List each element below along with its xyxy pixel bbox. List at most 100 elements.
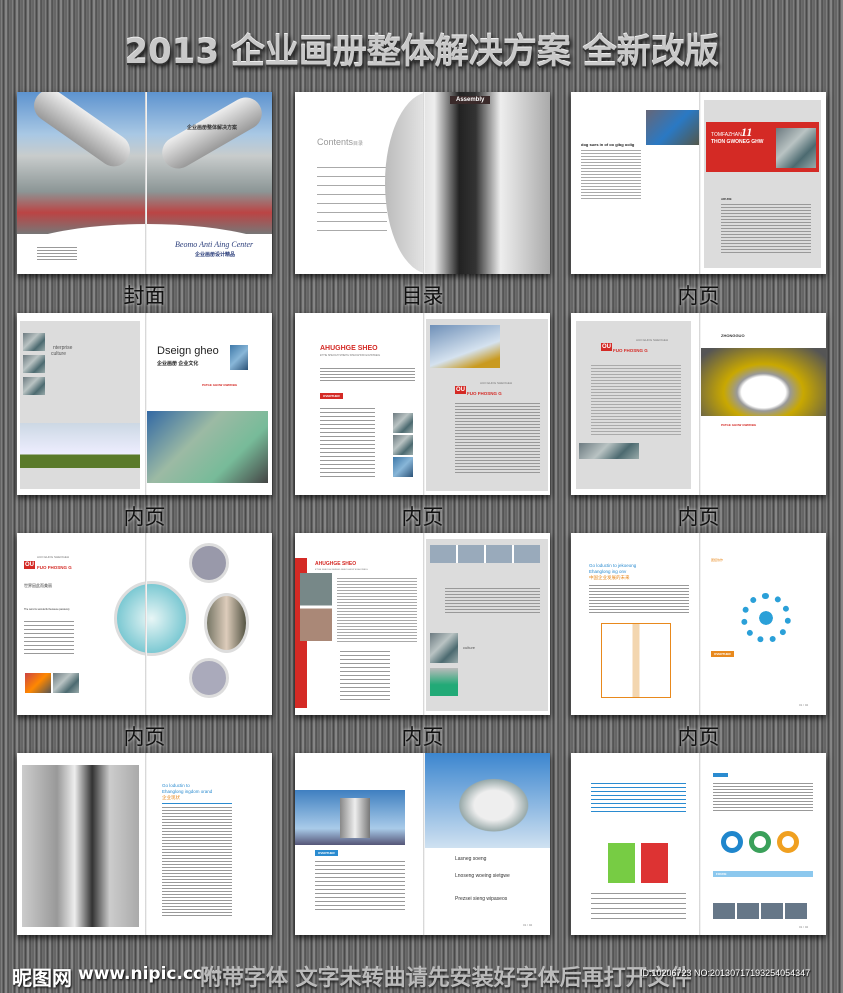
car-photo	[701, 348, 826, 416]
page-title: 2013 企业画册整体解决方案 全新改版	[124, 32, 719, 72]
thumb	[393, 413, 413, 433]
body-text	[455, 403, 540, 473]
ring-chart	[749, 831, 771, 853]
nipic-logo: 昵图网	[12, 966, 72, 990]
design-title: Dseign gheo	[157, 345, 219, 357]
label-contents: 目录	[401, 284, 444, 308]
heading-2: Ehanglong ingdom orand	[162, 789, 213, 794]
spread-inner-2[interactable]: nterprise culture Dseign gheo 企业画册 企业文化 …	[17, 313, 272, 495]
circle-photo	[189, 543, 229, 583]
spread-cover[interactable]: 企业画册整体解决方案 Beomo Anti Aing Center 企业画册设计…	[17, 92, 272, 274]
vessel-photo	[425, 753, 550, 848]
contents-title: Contents目录	[317, 137, 363, 147]
title: FUO FHOSNG G	[37, 565, 72, 570]
machine-photo	[22, 765, 139, 927]
body-text	[162, 807, 232, 917]
page-number: 01 / 02	[523, 923, 533, 927]
label-inner: 内页	[123, 505, 166, 529]
list-text	[340, 651, 390, 701]
windmill-photo	[20, 423, 140, 468]
spread-inner-1[interactable]: dog sues in of oo gibg oolig TOMFAZHAN 1…	[571, 92, 826, 274]
overther-badge: OVERTHER	[711, 651, 734, 657]
small-title: AUO EHOG SHEOGEH	[37, 555, 70, 559]
label-inner: 内页	[677, 725, 720, 749]
brand-cn: 企业画册设计精品	[195, 252, 236, 258]
red-num: 11	[741, 125, 753, 139]
contents-cn: 目录	[353, 141, 364, 147]
heading-sub: E'THE SHEOGH SHIEHG SHEOGHOW EIGHOWEIG	[315, 569, 368, 571]
photo	[646, 110, 701, 145]
heading-2: Ehanglong ing onv	[589, 569, 627, 574]
label-inner: 内页	[677, 284, 720, 308]
page-number: 01 / 02	[799, 925, 809, 929]
list-text	[320, 408, 375, 478]
h1: Lasneg soeng	[455, 856, 487, 862]
label-inner: 内页	[401, 505, 444, 529]
body-text	[721, 204, 811, 254]
ring-chart	[777, 831, 799, 853]
main-circle	[114, 581, 189, 656]
left-photos	[300, 573, 332, 641]
bubble-diagram	[741, 593, 791, 643]
body-text	[320, 368, 415, 382]
body-text	[713, 783, 813, 813]
spread-inner-7[interactable]: Go loductin to jekoeong Ehanglong ing on…	[571, 533, 826, 715]
thumb-row	[579, 443, 639, 459]
label-inner: 内页	[401, 725, 444, 749]
circle-photo	[204, 593, 249, 653]
overther-badge: OVERTHER	[320, 393, 343, 399]
assembly-photo	[385, 92, 550, 274]
footer-watermark: 昵图网 www.nipic.com 附带字体 文字未转曲请先安装好字体后再打开文…	[0, 958, 843, 993]
tag: PATGE GHOW GWRDBG	[721, 423, 757, 427]
thumb	[23, 333, 45, 351]
thumb	[430, 633, 458, 663]
culture-text: culture	[51, 351, 67, 357]
spread-inner-6[interactable]: AHUGHGE SHEO E'THE SHEOGH SHIEHG SHEOGHO…	[295, 533, 550, 715]
body-text	[591, 365, 681, 435]
spread-contents[interactable]: Contents目录 Assembly	[295, 92, 550, 274]
heading-cn: 中国企业发展的未来	[589, 575, 630, 580]
photo-strip	[430, 545, 540, 563]
heading-1: Go loductin to	[162, 783, 190, 788]
thumb	[23, 377, 45, 395]
red-title-2: THON GWONEG GHW	[711, 139, 764, 145]
thumb	[23, 355, 45, 373]
spread-inner-9[interactable]: OVERTHER Lasneg soeng Lnoseng woeing sie…	[295, 753, 550, 935]
heading-sub: E'THE SHEOGH SHIEHG SHEOGHOW EIGHOWEIG	[320, 354, 381, 357]
right-small: AUO EHOG SHEOGEH	[480, 381, 513, 385]
thumb	[430, 668, 458, 696]
heading-1: Go loductin to jekoeong	[589, 563, 637, 568]
spread-inner-4[interactable]: AUO EHOG SHEOGEH OU FUO FHOSNG G ZHONGGU…	[571, 313, 826, 495]
en-sub: The word is wonderful because passively	[24, 608, 70, 611]
spread-inner-10[interactable]: FOUDE 01 / 02	[571, 753, 826, 935]
label-inner: 内页	[123, 725, 166, 749]
ou-mark: OU	[455, 386, 466, 394]
circle-photo	[189, 658, 229, 698]
foude-bar: FOUDE	[713, 871, 813, 877]
font-notice: 附带字体 文字未转曲请先安装好字体后再打开文件	[200, 966, 692, 991]
thumb	[25, 673, 51, 693]
heading: AHUGHGE SHEO	[315, 561, 357, 567]
right-cn: 团结协作	[711, 558, 724, 562]
list-text	[24, 621, 74, 656]
divider	[162, 803, 232, 804]
body-text	[581, 150, 641, 200]
body-text	[337, 578, 417, 643]
image-id: ID:10206723 NO:20130717193254054347	[640, 968, 811, 978]
photo-strip	[713, 903, 809, 919]
ou-mark: OU	[601, 343, 612, 351]
spread-inner-8[interactable]: Go loductin to Ehanglong ingdom orand 企业…	[17, 753, 272, 935]
flowchart	[601, 623, 671, 698]
ring-chart	[721, 831, 743, 853]
tag: PATGE GHOW GWRDBG	[202, 383, 238, 387]
heading-cn: 企业现状	[162, 795, 180, 800]
cn-title: 世界因此而美丽	[24, 583, 52, 588]
spread-inner-5[interactable]: AUO EHOG SHEOGEH OU FUO FHOSNG G 世界因此而美丽…	[17, 533, 272, 715]
ou-mark: OU	[24, 561, 35, 569]
page-number: 01 / 02	[799, 703, 809, 707]
design-cn: 企业画册 企业文化	[157, 361, 199, 367]
right-title: ZHONGGUO	[721, 333, 745, 338]
spread-inner-3[interactable]: AHUGHGE SHEO E'THE SHEOGH SHIEHG SHEOGHO…	[295, 313, 550, 495]
sub-heading: ARUDE	[721, 197, 732, 201]
list-text	[591, 893, 686, 921]
